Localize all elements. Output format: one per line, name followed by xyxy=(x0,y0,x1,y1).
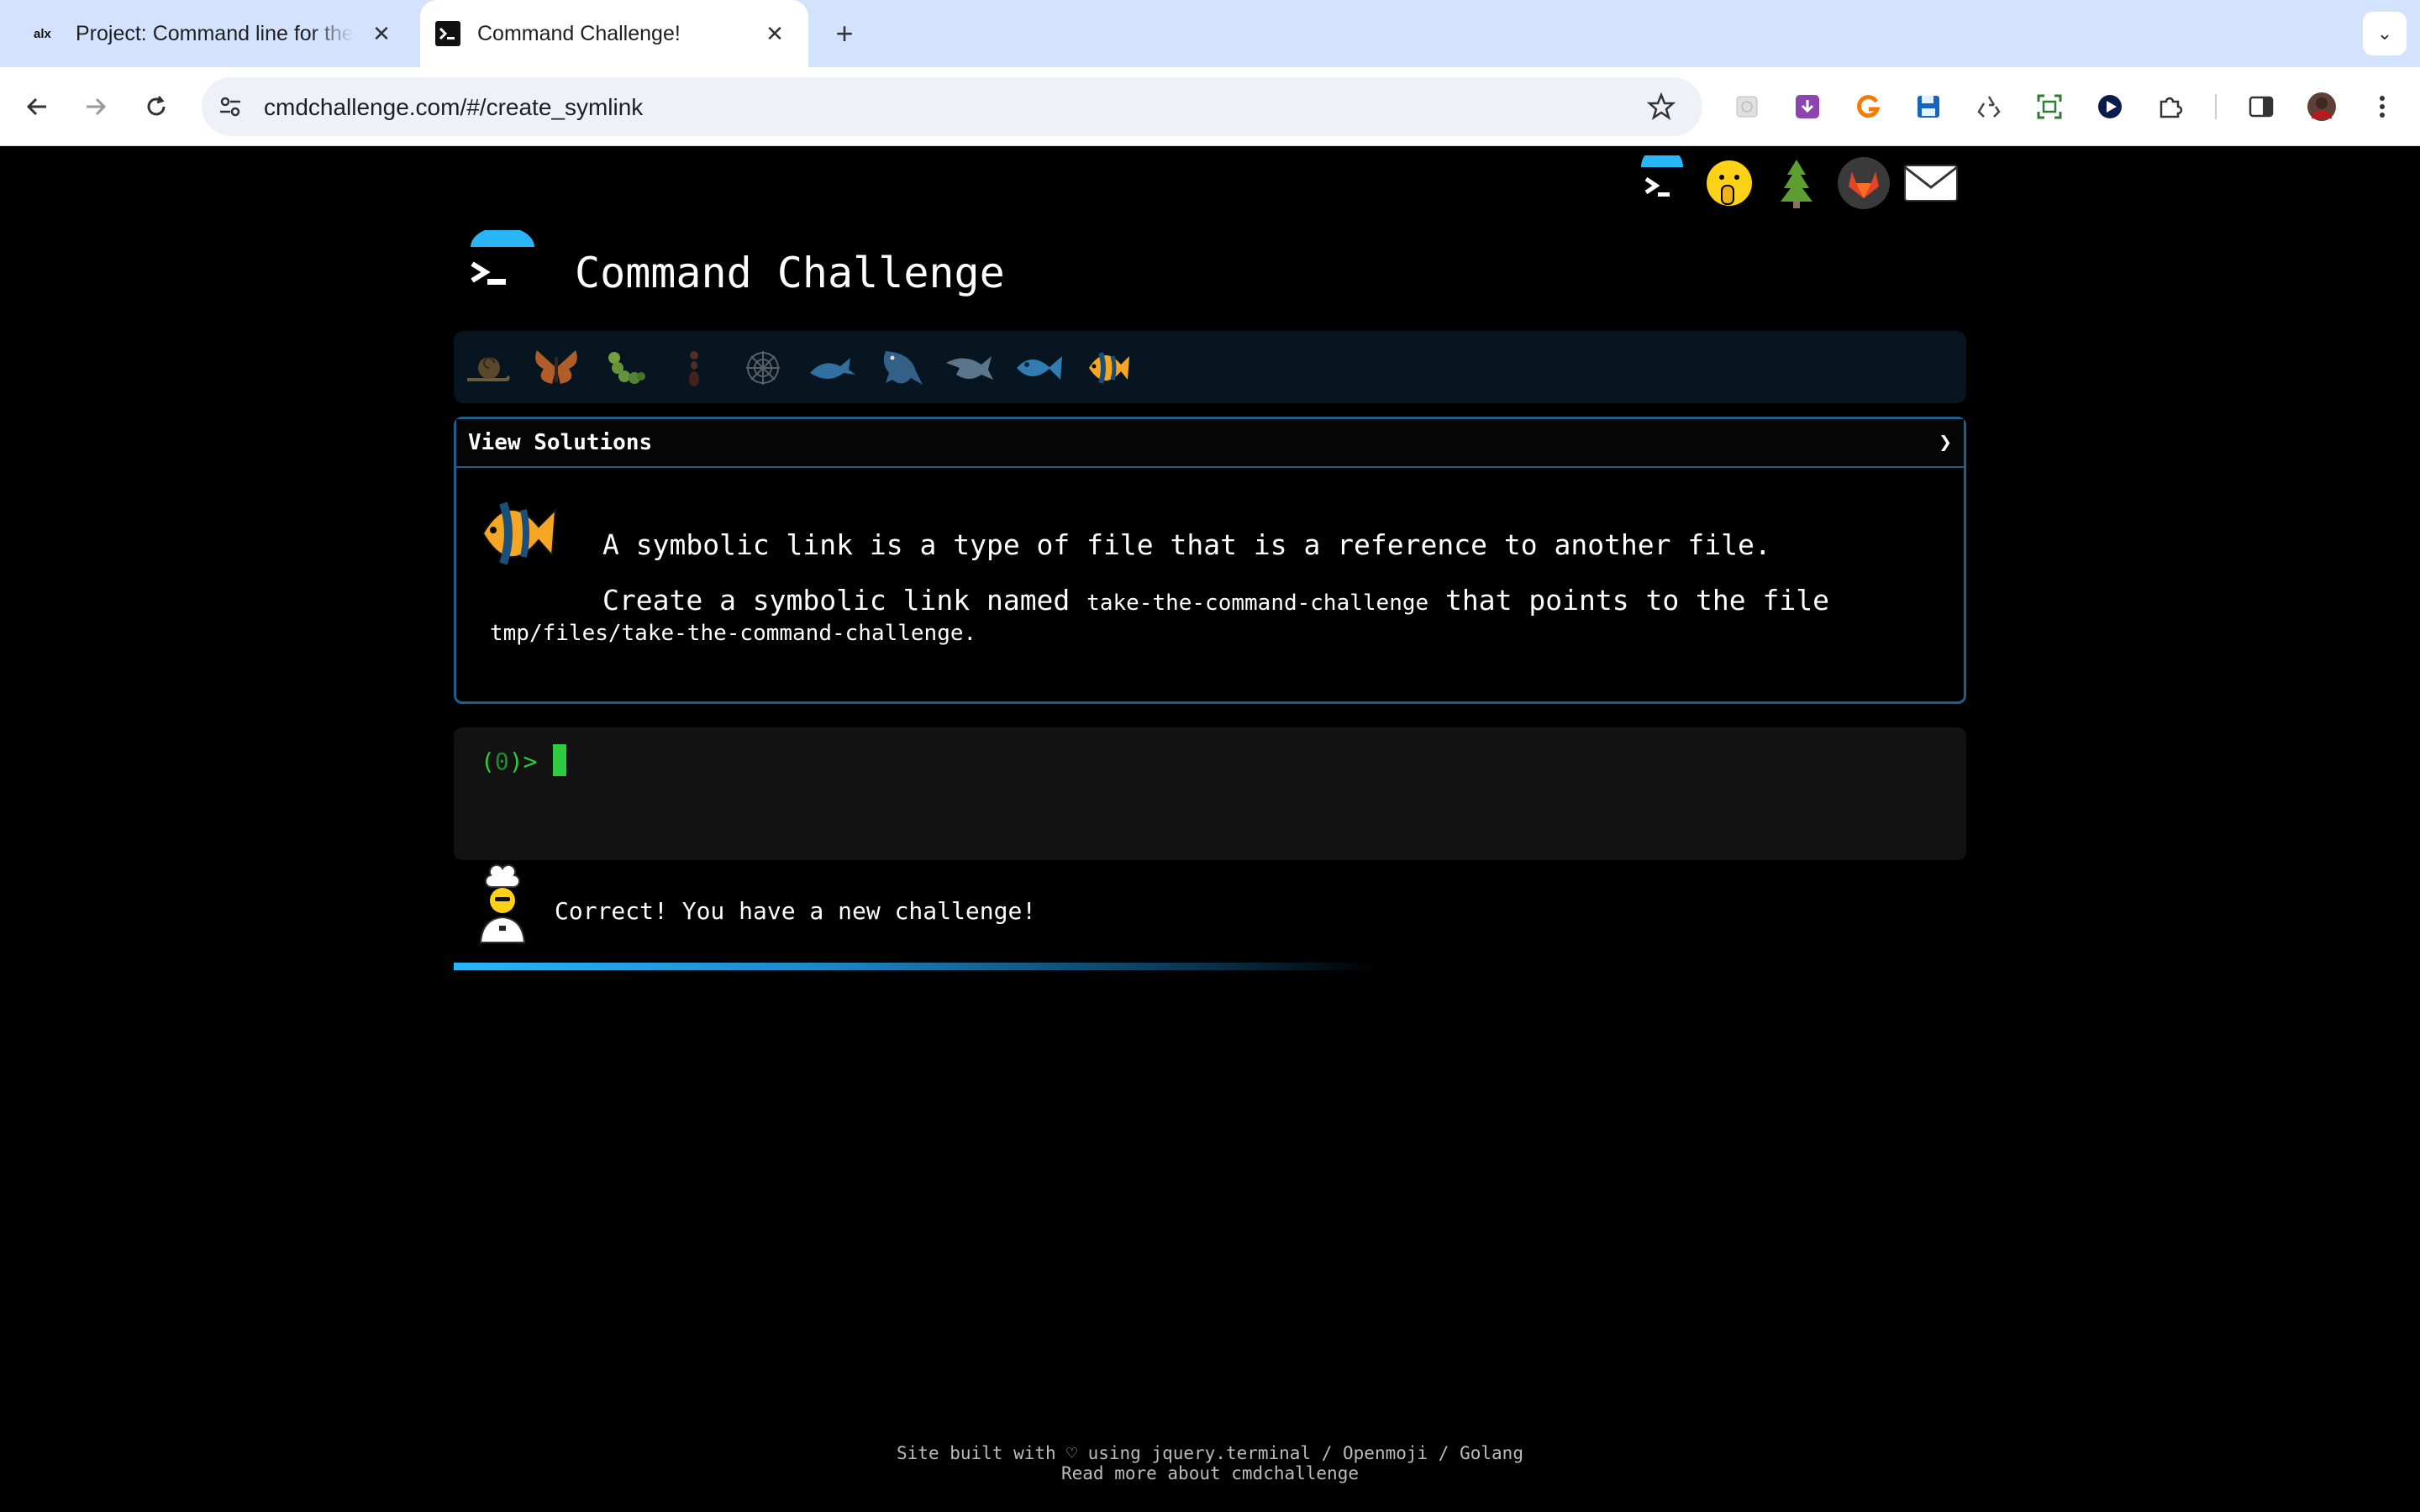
tab-alx-project[interactable]: alx Project: Command line for the ✕ xyxy=(18,0,415,67)
new-tab-button[interactable]: + xyxy=(828,16,861,50)
snail-icon xyxy=(462,343,513,393)
tab-search-button[interactable]: ⌄ xyxy=(2363,12,2407,55)
tab-title: Command Challenge! xyxy=(477,21,681,45)
reload-icon xyxy=(147,96,166,116)
forward-arrow-icon xyxy=(87,97,107,116)
grammarly-icon[interactable] xyxy=(1847,86,1889,128)
svg-text:alx: alx xyxy=(34,27,52,41)
chef-icon xyxy=(472,864,533,944)
target-path-code: tmp/files/take-the-command-challenge xyxy=(490,621,964,646)
footer-about-link[interactable]: Read more about cmdchallenge xyxy=(0,1463,2420,1483)
tropical-fish-icon xyxy=(475,493,559,570)
period: . xyxy=(963,621,977,646)
progress-bar xyxy=(454,963,1378,970)
profile-avatar[interactable] xyxy=(2301,86,2343,128)
save-icon[interactable] xyxy=(1907,86,1949,128)
site-settings-icon[interactable] xyxy=(213,90,247,123)
target-path-text: tmp/files/take-the-command-challenge. xyxy=(490,621,976,646)
challenge-panel: View Solutions ❯ A symbolic link is a ty… xyxy=(454,417,1966,704)
task-prefix: Create a symbolic link named xyxy=(602,584,1087,617)
shushing-face-icon[interactable] xyxy=(1696,151,1763,215)
download-extension-icon[interactable] xyxy=(1786,86,1828,128)
caterpillar-icon xyxy=(600,343,650,393)
tab-command-challenge[interactable]: Command Challenge! ✕ xyxy=(420,0,808,67)
view-solutions-toggle[interactable]: View Solutions ❯ xyxy=(456,419,1964,468)
terminal-cursor xyxy=(553,744,566,776)
terminal-logo-icon[interactable] xyxy=(1628,151,1696,215)
tab-strip: alx Project: Command line for the ✕ Comm… xyxy=(0,0,2420,67)
fish-icon xyxy=(1013,343,1064,393)
url-text[interactable]: cmdchallenge.com/#/create_symlink xyxy=(264,94,643,121)
spider-web-icon xyxy=(738,343,788,393)
prompt-open: ( xyxy=(481,748,495,775)
back-arrow-icon xyxy=(26,97,46,116)
challenge-task-text: Create a symbolic link named take-the-co… xyxy=(602,584,1829,617)
command-challenge-logo-icon xyxy=(467,227,538,301)
address-bar[interactable]: cmdchallenge.com/#/create_symlink xyxy=(202,77,1702,136)
browser-toolbar: cmdchallenge.com/#/create_symlink xyxy=(0,67,2420,146)
reload-button[interactable] xyxy=(136,87,176,127)
grid-extension-icon[interactable] xyxy=(1726,86,1768,128)
recycle-icon[interactable] xyxy=(1968,86,2010,128)
tropical-fish-icon xyxy=(1082,343,1133,393)
gitlab-icon[interactable] xyxy=(1830,151,1897,215)
terminal-input[interactable]: (0)> xyxy=(454,727,1966,860)
butterfly-icon xyxy=(531,343,581,393)
link-name-code: take-the-command-challenge xyxy=(1086,591,1429,616)
achievement-badge-bar xyxy=(454,331,1966,403)
alx-logo-icon: alx xyxy=(34,21,59,46)
close-tab-icon[interactable]: ✕ xyxy=(760,18,790,49)
mail-icon[interactable] xyxy=(1897,151,1965,215)
ant-icon xyxy=(669,343,719,393)
close-tab-icon[interactable]: ✕ xyxy=(366,18,397,49)
toolbar-divider xyxy=(2215,94,2217,119)
screenshot-icon[interactable] xyxy=(2028,86,2070,128)
view-solutions-label: View Solutions xyxy=(468,430,653,455)
task-suffix: that points to the file xyxy=(1428,584,1829,617)
play-icon[interactable] xyxy=(2089,86,2131,128)
dolphin-icon xyxy=(944,343,995,393)
challenge-intro-text: A symbolic link is a type of file that i… xyxy=(602,528,1771,561)
prompt-close: )> xyxy=(508,748,552,775)
back-button[interactable] xyxy=(17,87,57,127)
terminal-favicon-icon xyxy=(435,21,460,46)
shark-icon xyxy=(876,343,926,393)
menu-kebab-icon[interactable] xyxy=(2361,86,2403,128)
whale-icon xyxy=(807,343,857,393)
puzzle-icon[interactable] xyxy=(2149,86,2191,128)
forward-button[interactable] xyxy=(76,87,116,127)
side-panel-icon[interactable] xyxy=(2240,86,2282,128)
page-title: Command Challenge xyxy=(575,249,1005,297)
tab-title: Project: Command line for the xyxy=(76,21,353,45)
tree-icon[interactable] xyxy=(1763,151,1830,215)
page: Command Challenge View Solutions ❯ A sym… xyxy=(0,146,2420,1512)
prompt-count: 0 xyxy=(494,748,509,775)
footer-credits: Site built with ♡ using jquery.terminal … xyxy=(897,1443,1523,1463)
status-message: Correct! You have a new challenge! xyxy=(555,897,1037,925)
terminal-prompt: (0)> xyxy=(481,748,551,775)
chevron-right-icon: ❯ xyxy=(1939,430,1952,455)
bookmark-star-icon[interactable] xyxy=(1645,91,1677,123)
